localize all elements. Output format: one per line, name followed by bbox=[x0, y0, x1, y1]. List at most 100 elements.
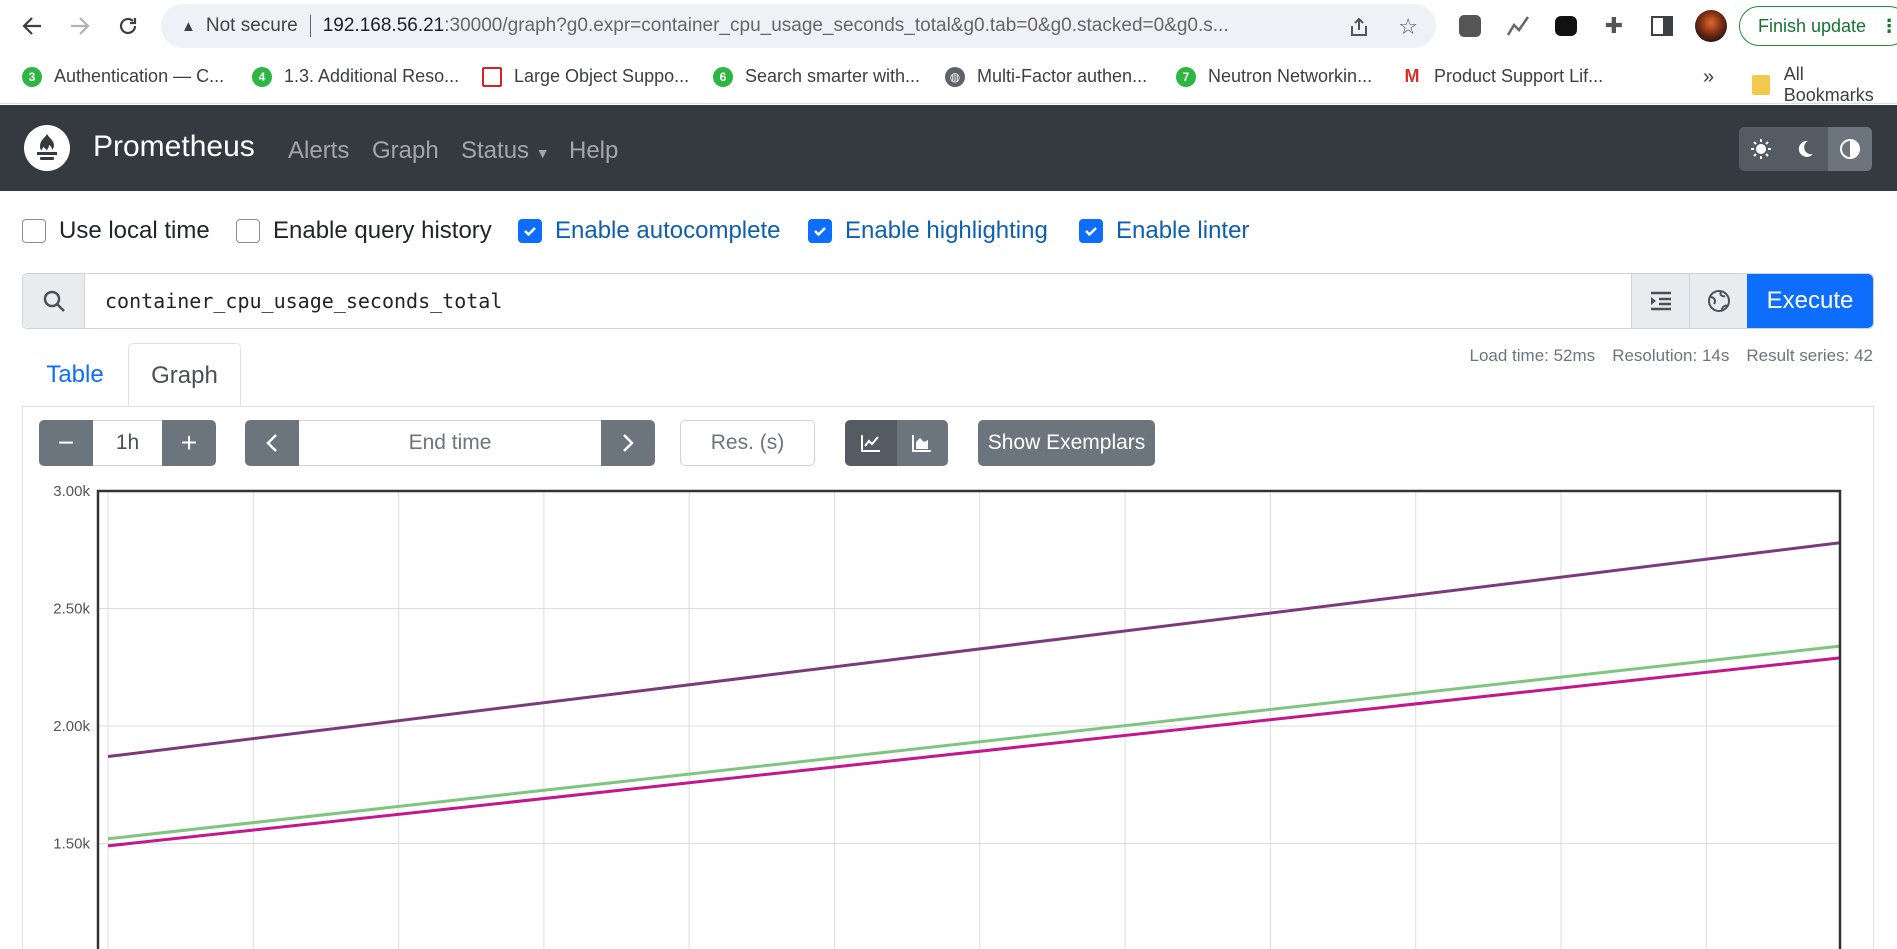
y-tick-label: 1.50k bbox=[53, 836, 90, 853]
expression-input[interactable]: container_cpu_usage_seconds_total bbox=[85, 274, 1631, 328]
url-text[interactable]: 192.168.56.21:30000/graph?g0.expr=contai… bbox=[323, 15, 1323, 37]
chart-type-toggle bbox=[845, 420, 948, 466]
format-expression-button[interactable] bbox=[1631, 274, 1689, 328]
bookmark-item[interactable]: Large Object Suppo... bbox=[482, 66, 689, 87]
graph-chart[interactable]: 3.00k 2.50k 2.00k 1.50k bbox=[22, 480, 1874, 949]
nav-help[interactable]: Help bbox=[569, 137, 618, 165]
kebab-menu-icon: ⋮ bbox=[1880, 15, 1897, 36]
y-tick-label: 3.00k bbox=[53, 483, 90, 500]
extension-icon-3[interactable] bbox=[1552, 12, 1580, 40]
y-tick-label: 2.50k bbox=[53, 601, 90, 618]
check-icon bbox=[1085, 227, 1097, 237]
tab-graph[interactable]: Graph bbox=[128, 343, 241, 407]
bookmark-item[interactable]: ◍ Multi-Factor authen... bbox=[945, 66, 1147, 87]
load-time: Load time: 52ms bbox=[1469, 346, 1596, 365]
moon-icon bbox=[1799, 140, 1814, 157]
chart-grid bbox=[98, 490, 1840, 949]
check-icon bbox=[814, 227, 826, 237]
side-panel-icon[interactable] bbox=[1648, 12, 1676, 40]
check-icon bbox=[524, 227, 536, 237]
all-bookmarks-button[interactable]: All Bookmarks bbox=[1752, 64, 1897, 106]
bookmark-favicon-icon: 7 bbox=[1176, 66, 1196, 87]
share-icon[interactable] bbox=[1348, 16, 1370, 43]
forward-button[interactable] bbox=[64, 10, 96, 42]
finish-update-button[interactable]: Finish update ⋮ bbox=[1739, 6, 1897, 46]
auto-theme-button[interactable] bbox=[1827, 127, 1872, 171]
chart-extension-icon[interactable] bbox=[1504, 12, 1532, 40]
reload-button[interactable] bbox=[112, 10, 144, 42]
extension-icon-1[interactable] bbox=[1456, 12, 1484, 40]
folder-icon bbox=[1752, 75, 1770, 95]
security-label: Not secure bbox=[205, 15, 298, 36]
decrease-range-button[interactable]: − bbox=[39, 420, 93, 466]
puzzle-extensions-icon[interactable]: ✚ bbox=[1600, 12, 1628, 40]
end-time-control: End time bbox=[245, 420, 655, 466]
caret-down-icon: ▼ bbox=[535, 145, 550, 161]
checkbox[interactable] bbox=[22, 219, 46, 243]
series-line bbox=[107, 656, 1841, 848]
dark-theme-button[interactable] bbox=[1783, 127, 1828, 171]
bookmark-favicon-icon: 4 bbox=[252, 66, 272, 87]
bookmark-item[interactable]: 4 1.3. Additional Reso... bbox=[252, 66, 459, 87]
checkbox-checked[interactable] bbox=[518, 219, 542, 243]
contrast-icon bbox=[1839, 139, 1860, 159]
forward-arrow-icon bbox=[71, 17, 90, 35]
checkbox-checked[interactable] bbox=[808, 219, 832, 243]
y-tick-label: 2.00k bbox=[53, 718, 90, 735]
sun-icon bbox=[1751, 139, 1772, 159]
back-button[interactable] bbox=[16, 10, 48, 42]
range-control: − 1h + bbox=[39, 420, 216, 466]
bookmark-item[interactable]: M Product Support Lif... bbox=[1402, 66, 1603, 87]
option-use-local-time[interactable]: Use local time bbox=[22, 217, 210, 245]
series-line bbox=[107, 541, 1841, 759]
option-enable-highlighting[interactable]: Enable highlighting bbox=[808, 217, 1048, 245]
option-enable-query-history[interactable]: Enable query history bbox=[236, 217, 492, 245]
bookmark-item[interactable]: 7 Neutron Networkin... bbox=[1176, 66, 1372, 87]
warning-triangle-icon: ▲ bbox=[181, 17, 196, 35]
nav-status[interactable]: Status ▼ bbox=[461, 137, 550, 165]
light-theme-button[interactable] bbox=[1739, 127, 1784, 171]
y-axis-ticks: 3.00k 2.50k 2.00k 1.50k bbox=[53, 483, 90, 853]
option-enable-autocomplete[interactable]: Enable autocomplete bbox=[518, 217, 781, 245]
indent-icon bbox=[1650, 291, 1671, 311]
result-series: Result series: 42 bbox=[1746, 346, 1873, 365]
bookmark-item[interactable]: 6 Search smarter with... bbox=[713, 66, 920, 87]
bookmarks-overflow-icon[interactable]: » bbox=[1703, 66, 1714, 89]
series-line bbox=[107, 644, 1841, 841]
expression-bar: container_cpu_usage_seconds_total Execut… bbox=[22, 273, 1874, 329]
range-input[interactable]: 1h bbox=[93, 420, 162, 466]
bookmark-favicon-icon: 6 bbox=[713, 66, 733, 87]
profile-avatar[interactable] bbox=[1695, 10, 1727, 42]
prometheus-logo-icon[interactable] bbox=[24, 125, 70, 171]
address-bar[interactable]: ▲ Not secure 192.168.56.21:30000/graph?g… bbox=[161, 4, 1436, 48]
next-time-button[interactable] bbox=[601, 420, 655, 466]
tab-table[interactable]: Table bbox=[22, 343, 128, 407]
bookmark-star-icon[interactable]: ☆ bbox=[1398, 14, 1418, 40]
option-enable-linter[interactable]: Enable linter bbox=[1079, 217, 1249, 245]
show-exemplars-button[interactable]: Show Exemplars bbox=[978, 420, 1155, 466]
brand-title[interactable]: Prometheus bbox=[93, 130, 255, 164]
increase-range-button[interactable]: + bbox=[162, 420, 216, 466]
theme-switcher bbox=[1739, 127, 1872, 171]
back-arrow-icon bbox=[22, 17, 41, 35]
previous-time-button[interactable] bbox=[245, 420, 299, 466]
execute-button[interactable]: Execute bbox=[1747, 274, 1873, 328]
query-stats: Load time: 52ms Resolution: 14s Result s… bbox=[1470, 346, 1874, 366]
search-icon bbox=[23, 274, 85, 328]
checkbox[interactable] bbox=[236, 219, 260, 243]
bookmark-favicon-icon bbox=[482, 66, 502, 87]
gmail-favicon-icon: M bbox=[1402, 66, 1422, 87]
nav-graph[interactable]: Graph bbox=[372, 137, 439, 165]
chevron-left-icon bbox=[266, 434, 277, 452]
area-chart-icon bbox=[912, 435, 932, 452]
unstacked-chart-button[interactable] bbox=[845, 420, 897, 466]
metrics-explorer-button[interactable] bbox=[1689, 274, 1747, 328]
address-divider bbox=[309, 15, 311, 37]
end-time-input[interactable]: End time bbox=[299, 420, 601, 466]
globe-icon bbox=[1707, 290, 1730, 312]
bookmark-item[interactable]: 3 Authentication — C... bbox=[22, 66, 224, 87]
nav-alerts[interactable]: Alerts bbox=[288, 137, 349, 165]
resolution-input[interactable]: Res. (s) bbox=[680, 420, 815, 466]
checkbox-checked[interactable] bbox=[1079, 219, 1103, 243]
stacked-chart-button[interactable] bbox=[896, 420, 948, 466]
